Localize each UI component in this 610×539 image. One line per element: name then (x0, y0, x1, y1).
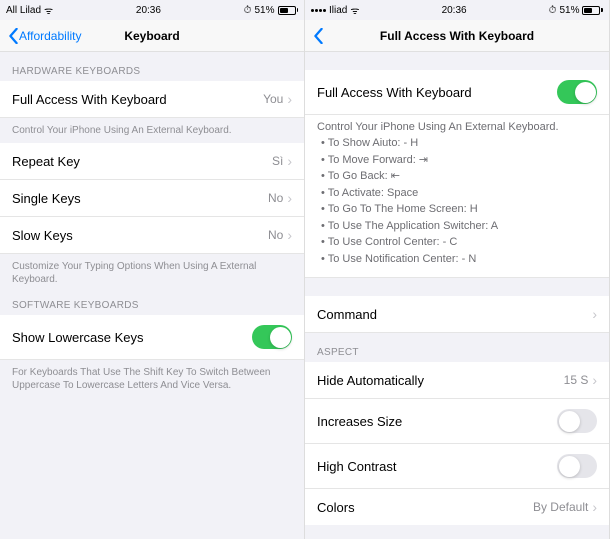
row-label: Single Keys (12, 191, 81, 206)
row-value: By Default › (533, 499, 597, 515)
row-increases-size[interactable]: Increases Size (305, 399, 609, 444)
help-items: To Show Aiuto: - H To Move Forward: ⇥ To… (317, 135, 597, 267)
row-repeat-key[interactable]: Repeat Key Sì › (0, 143, 304, 180)
carrier-label: All Lilad (6, 5, 41, 16)
help-item: To Go Back: ⇤ (321, 168, 597, 185)
row-label: Show Lowercase Keys (12, 330, 144, 345)
footer-full-access: Control Your iPhone Using An External Ke… (0, 118, 304, 143)
status-right: ⏱ 51% (549, 5, 603, 16)
back-button[interactable]: Affordability (8, 28, 81, 44)
battery-icon (582, 6, 603, 15)
status-left: Iliad ᯤ (311, 3, 360, 17)
chevron-right-icon: › (592, 372, 597, 388)
status-bar: Iliad ᯤ 20:36 ⏱ 51% (305, 0, 609, 20)
chevron-right-icon: › (592, 306, 597, 322)
row-value: You › (263, 91, 292, 107)
help-item: To Go To The Home Screen: H (321, 201, 597, 218)
screen-keyboard-settings: All Lilad ᯤ 20:36 ⏱ 51% Affordability Ke… (0, 0, 305, 539)
row-slow-keys[interactable]: Slow Keys No › (0, 217, 304, 254)
chevron-right-icon: › (287, 153, 292, 169)
time-label: 20:36 (442, 5, 467, 16)
help-item: To Show Aiuto: - H (321, 135, 597, 152)
toggle-knob (575, 82, 596, 103)
carrier-label: Iliad (329, 5, 347, 16)
help-item: To Use The Application Switcher: A (321, 218, 597, 235)
row-high-contrast[interactable]: High Contrast (305, 444, 609, 489)
toggle-knob (559, 456, 580, 477)
row-label: High Contrast (317, 459, 396, 474)
row-full-access[interactable]: Full Access With Keyboard You › (0, 81, 304, 118)
toggle-increases-size[interactable] (557, 409, 597, 433)
row-label: Repeat Key (12, 154, 80, 169)
toggle-knob (270, 327, 291, 348)
row-single-keys[interactable]: Single Keys No › (0, 180, 304, 217)
chevron-right-icon: › (287, 227, 292, 243)
toggle-knob (559, 411, 580, 432)
nav-bar: Affordability Keyboard (0, 20, 304, 52)
help-intro: Control Your iPhone Using An External Ke… (317, 121, 597, 133)
row-value: 15 S › (564, 372, 597, 388)
battery-percent: 51% (254, 5, 274, 16)
help-item: To Use Notification Center: - N (321, 251, 597, 268)
footer-software: For Keyboards That Use The Shift Key To … (0, 360, 304, 398)
toggle-lowercase[interactable] (252, 325, 292, 349)
signal-icon (311, 9, 326, 12)
chevron-right-icon: › (592, 499, 597, 515)
chevron-left-icon (8, 28, 19, 44)
row-lowercase-keys[interactable]: Show Lowercase Keys (0, 315, 304, 360)
row-hide-automatically[interactable]: Hide Automatically 15 S › (305, 362, 609, 399)
battery-percent: 51% (559, 5, 579, 16)
alarm-icon: ⏱ (549, 5, 557, 16)
status-right: ⏱ 51% (244, 5, 298, 16)
section-header-software: SOFTWARE KEYBOARDS (0, 292, 304, 315)
status-bar: All Lilad ᯤ 20:36 ⏱ 51% (0, 0, 304, 20)
row-value: No › (268, 227, 292, 243)
row-label: Increases Size (317, 414, 402, 429)
row-command[interactable]: Command › (305, 296, 609, 333)
chevron-left-icon (313, 28, 324, 44)
help-list: Control Your iPhone Using An External Ke… (305, 115, 609, 278)
wifi-icon: ᯤ (44, 3, 53, 17)
row-value: No › (268, 190, 292, 206)
toggle-full-access[interactable] (557, 80, 597, 104)
chevron-right-icon: › (287, 91, 292, 107)
status-left: All Lilad ᯤ (6, 3, 53, 17)
help-item: To Use Control Center: - C (321, 234, 597, 251)
screen-full-access: Iliad ᯤ 20:36 ⏱ 51% Full Access With Key… (305, 0, 610, 539)
back-button[interactable] (313, 28, 324, 44)
toggle-high-contrast[interactable] (557, 454, 597, 478)
row-label: Command (317, 307, 377, 322)
section-header-aspect: ASPECT (305, 333, 609, 362)
page-title: Full Access With Keyboard (305, 29, 609, 43)
back-label: Affordability (19, 29, 81, 43)
alarm-icon: ⏱ (244, 5, 252, 16)
footer-hardware: Customize Your Typing Options When Using… (0, 254, 304, 292)
time-label: 20:36 (136, 5, 161, 16)
section-header-hardware: HARDWARE KEYBOARDS (0, 52, 304, 81)
row-colors[interactable]: Colors By Default › (305, 489, 609, 525)
row-label: Full Access With Keyboard (12, 92, 167, 107)
battery-icon (278, 6, 299, 15)
row-full-access-toggle[interactable]: Full Access With Keyboard (305, 70, 609, 115)
help-item: To Move Forward: ⇥ (321, 152, 597, 169)
row-value: Sì › (272, 153, 292, 169)
chevron-right-icon: › (287, 190, 292, 206)
row-label: Colors (317, 500, 355, 515)
help-item: To Activate: Space (321, 185, 597, 202)
wifi-icon: ᯤ (350, 3, 359, 17)
row-label: Slow Keys (12, 228, 73, 243)
nav-bar: Full Access With Keyboard (305, 20, 609, 52)
row-label: Full Access With Keyboard (317, 85, 472, 100)
row-label: Hide Automatically (317, 373, 424, 388)
